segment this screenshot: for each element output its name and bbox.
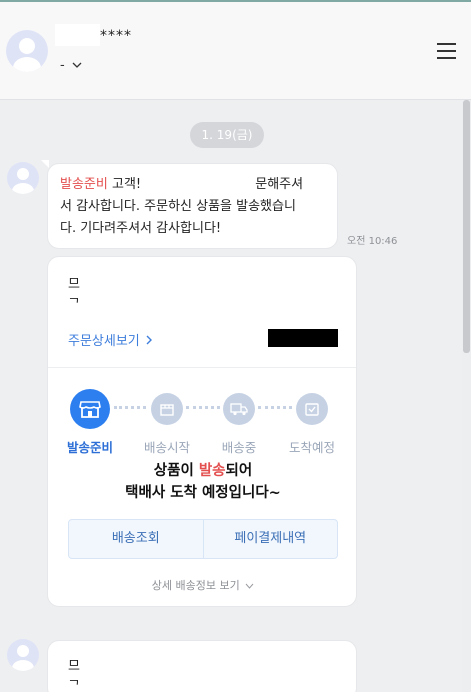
step-label: 발송준비 <box>66 440 113 455</box>
delivery-detail-label: 상세 배송정보 보기 <box>151 579 240 592</box>
card-text-line-1: 므 <box>68 277 80 292</box>
profile-avatar[interactable] <box>6 30 48 72</box>
headline-line-2: 택배사 도착 예정입니다~ <box>125 485 281 501</box>
headline-suffix: 되어 <box>225 463 253 479</box>
action-buttons: 배송조회 페이결제내역 <box>68 519 338 559</box>
status-selector[interactable]: - <box>60 58 82 73</box>
headline-prefix: 상품이 <box>153 463 199 479</box>
message-line-1: 발송준비 고객! 문해주셔 <box>60 174 325 196</box>
default-avatar-icon <box>12 168 34 194</box>
delivered-box-icon <box>296 393 328 425</box>
card-text: 므 ᄀ <box>68 275 80 315</box>
sender-avatar[interactable] <box>7 162 39 194</box>
pay-history-button[interactable]: 페이결제내역 <box>204 520 338 558</box>
delivery-headline: 상품이 발송되어 택배사 도착 예정입니다~ <box>48 460 356 504</box>
message-time: 오전 10:46 <box>347 236 398 247</box>
chevron-right-icon <box>146 335 152 345</box>
card-divider <box>48 367 356 368</box>
chevron-down-icon <box>72 62 82 68</box>
chat-header: **** - <box>0 2 471 100</box>
message-line-2: 서 감사합니다. 주문하신 상품을 발송했습니 <box>60 199 296 214</box>
message-line-3: 다. 기다려주셔서 감사합니다! <box>60 221 222 236</box>
name-redaction <box>55 24 100 46</box>
headline-highlight: 발송 <box>198 463 226 479</box>
headline-line-1: 상품이 발송되어 <box>48 460 356 482</box>
bubble-tail <box>41 160 49 168</box>
message-text-a: 고객! <box>111 177 142 192</box>
message-bubble: 발송준비 고객! 문해주셔 서 감사합니다. 주문하신 상품을 발송했습니 다.… <box>47 163 338 249</box>
text-redaction <box>145 174 256 188</box>
step-label: 도착예정 <box>288 440 335 455</box>
hamburger-menu-icon[interactable] <box>437 43 456 59</box>
step-label: 배송중 <box>221 440 257 455</box>
status-text: - <box>60 58 65 73</box>
order-detail-label: 주문상세보기 <box>68 334 140 349</box>
delivery-detail-toggle[interactable]: 상세 배송정보 보기 <box>48 577 356 593</box>
truck-icon <box>223 393 255 425</box>
contact-name: **** <box>100 28 132 44</box>
card-text-line-2: ᄀ <box>68 679 80 692</box>
scrollbar[interactable] <box>462 100 471 692</box>
redacted-image <box>268 329 338 347</box>
status-word: 발송준비 <box>60 177 108 192</box>
step-ship-start: 배송시작 <box>127 389 207 456</box>
default-avatar-icon <box>13 38 41 72</box>
chevron-down-icon <box>245 583 254 589</box>
step-label: 배송시작 <box>143 440 190 455</box>
card-text-line-2: ᄀ <box>68 297 80 312</box>
track-delivery-button[interactable]: 배송조회 <box>69 520 203 558</box>
order-detail-link[interactable]: 주문상세보기 <box>68 330 153 349</box>
card-text: 므 ᄀ <box>68 657 80 692</box>
default-avatar-icon <box>12 645 34 671</box>
delivery-card: 므 ᄀ 주문상세보기 발송준비 배송시작 배송중 도착예정 상품이 발송되어 택… <box>47 256 357 607</box>
box-icon <box>151 393 183 425</box>
store-icon <box>70 389 110 429</box>
scrollbar-thumb[interactable] <box>463 100 470 353</box>
delivery-progress: 발송준비 배송시작 배송중 도착예정 <box>48 389 356 459</box>
step-in-transit: 배송중 <box>199 389 279 456</box>
card-text-line-1: 므 <box>68 659 80 674</box>
step-prepare: 발송준비 <box>50 389 130 456</box>
step-arrival: 도착예정 <box>272 389 352 456</box>
message-text-b: 문해주셔 <box>255 177 304 192</box>
sender-avatar[interactable] <box>7 639 39 671</box>
date-divider: 1. 19(금) <box>190 122 264 148</box>
delivery-card-2: 므 ᄀ <box>47 640 357 692</box>
